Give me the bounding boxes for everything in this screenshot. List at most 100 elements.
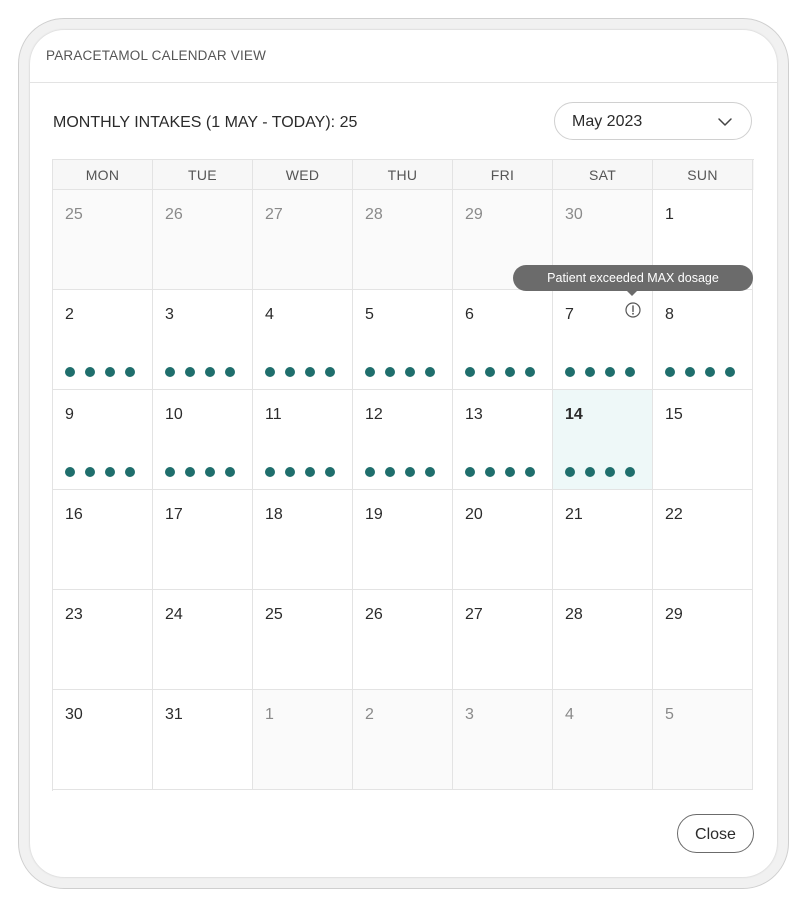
intake-dot	[605, 367, 615, 377]
intake-dots	[165, 367, 235, 377]
intake-dot	[205, 467, 215, 477]
calendar-day-outside-month[interactable]: 3	[453, 690, 553, 790]
calendar-day[interactable]: 2	[53, 290, 153, 390]
calendar-day[interactable]: 25	[253, 590, 353, 690]
intake-dot	[385, 367, 395, 377]
day-number: 25	[265, 606, 283, 623]
calendar-day[interactable]: 23	[53, 590, 153, 690]
intake-dot	[465, 467, 475, 477]
intake-dot	[505, 467, 515, 477]
weekday-header: SAT	[553, 160, 653, 190]
calendar-day[interactable]: 11	[253, 390, 353, 490]
intake-dot	[625, 467, 635, 477]
intake-dot	[465, 367, 475, 377]
day-number: 26	[365, 606, 383, 623]
calendar-day[interactable]: 27	[453, 590, 553, 690]
day-number: 15	[665, 406, 683, 423]
calendar-day-outside-month[interactable]: 1	[253, 690, 353, 790]
intake-dot	[65, 467, 75, 477]
month-select[interactable]: May 2023	[554, 102, 752, 140]
calendar-day[interactable]: 9	[53, 390, 153, 490]
calendar-day[interactable]: 10	[153, 390, 253, 490]
intake-dot	[385, 467, 395, 477]
calendar-day[interactable]: 29	[653, 590, 753, 690]
day-number: 6	[465, 306, 474, 323]
calendar-day[interactable]: 30	[53, 690, 153, 790]
day-number: 22	[665, 506, 683, 523]
day-number: 23	[65, 606, 83, 623]
calendar-day[interactable]: 13	[453, 390, 553, 490]
day-number: 18	[265, 506, 283, 523]
calendar-day[interactable]: 15	[653, 390, 753, 490]
day-number: 31	[165, 706, 183, 723]
intake-dot	[85, 367, 95, 377]
intake-dots	[565, 467, 635, 477]
calendar-day-outside-month[interactable]: 25	[53, 190, 153, 290]
intake-dots	[65, 367, 135, 377]
day-number: 28	[565, 606, 583, 623]
close-button[interactable]: Close	[677, 814, 754, 853]
day-number: 25	[65, 206, 83, 223]
calendar-day[interactable]: 8	[653, 290, 753, 390]
weekday-header-row: MON TUE WED THU FRI SAT SUN	[53, 160, 754, 190]
intake-dot	[305, 467, 315, 477]
calendar-day[interactable]: 17	[153, 490, 253, 590]
calendar-day[interactable]: 24	[153, 590, 253, 690]
day-number: 26	[165, 206, 183, 223]
day-number: 2	[65, 306, 74, 323]
calendar-day-outside-month[interactable]: 4	[553, 690, 653, 790]
day-number: 5	[365, 306, 374, 323]
calendar-day-outside-month[interactable]: 28	[353, 190, 453, 290]
intake-dots	[465, 467, 535, 477]
intake-dot	[325, 367, 335, 377]
calendar-day-today[interactable]: 14	[553, 390, 653, 490]
calendar-day[interactable]: 28	[553, 590, 653, 690]
calendar-day[interactable]: 3	[153, 290, 253, 390]
intake-dot	[585, 367, 595, 377]
day-number: 14	[565, 406, 583, 423]
day-number: 24	[165, 606, 183, 623]
calendar-day[interactable]: 26	[353, 590, 453, 690]
calendar-day[interactable]: 21	[553, 490, 653, 590]
calendar-week-row: 2 3 4 5 6 7 8	[53, 290, 754, 390]
monthly-intakes-summary: MONTHLY INTAKES (1 MAY - TODAY): 25	[53, 114, 358, 131]
calendar-day[interactable]: 12	[353, 390, 453, 490]
day-number: 17	[165, 506, 183, 523]
intake-dot	[685, 367, 695, 377]
calendar-day[interactable]: 31	[153, 690, 253, 790]
calendar-day[interactable]: 22	[653, 490, 753, 590]
intake-dots	[365, 467, 435, 477]
intake-dot	[165, 367, 175, 377]
day-number: 28	[365, 206, 383, 223]
intake-dots	[665, 367, 735, 377]
calendar-day[interactable]: 6	[453, 290, 553, 390]
calendar-week-row: 16 17 18 19 20 21 22	[53, 490, 754, 590]
calendar-day-outside-month[interactable]: 5	[653, 690, 753, 790]
calendar-day[interactable]: 5	[353, 290, 453, 390]
calendar-day-outside-month[interactable]: 2	[353, 690, 453, 790]
calendar-day-outside-month[interactable]: 27	[253, 190, 353, 290]
calendar-day[interactable]: 19	[353, 490, 453, 590]
day-number: 29	[665, 606, 683, 623]
calendar-day[interactable]: 16	[53, 490, 153, 590]
intake-dot	[525, 467, 535, 477]
calendar-day[interactable]: 4	[253, 290, 353, 390]
weekday-header: MON	[53, 160, 153, 190]
intake-dot	[185, 367, 195, 377]
intake-dot	[285, 467, 295, 477]
calendar-day[interactable]: 18	[253, 490, 353, 590]
info-icon[interactable]	[625, 302, 641, 318]
weekday-header: WED	[253, 160, 353, 190]
calendar-day-outside-month[interactable]: 26	[153, 190, 253, 290]
day-number: 16	[65, 506, 83, 523]
intake-dot	[505, 367, 515, 377]
intake-dots	[465, 367, 535, 377]
calendar-day[interactable]: 20	[453, 490, 553, 590]
calendar-day[interactable]: 7	[553, 290, 653, 390]
intake-dot	[425, 467, 435, 477]
calendar-grid: MON TUE WED THU FRI SAT SUN 25 26 27 28 29 30…	[52, 159, 754, 791]
intake-dot	[365, 367, 375, 377]
calendar-modal: PARACETAMOL CALENDAR VIEW MONTHLY INTAKE…	[30, 30, 777, 877]
day-number: 19	[365, 506, 383, 523]
day-number: 11	[265, 406, 282, 423]
